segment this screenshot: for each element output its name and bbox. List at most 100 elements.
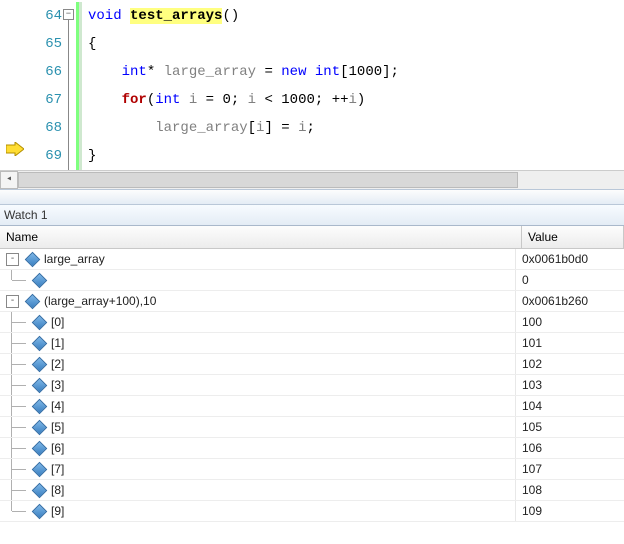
watch-row-name-cell[interactable]: [9] [0, 501, 516, 521]
code-token: * [147, 64, 164, 80]
watch-row[interactable]: 0 [0, 270, 624, 291]
execution-arrow-gutter [0, 2, 34, 170]
tree-indent [0, 480, 51, 500]
line-number-gutter: 64 65 66 67 68 69 [34, 2, 62, 170]
watch-expression-text[interactable]: [0] [51, 312, 64, 332]
watch-expression-text[interactable]: [4] [51, 396, 64, 416]
watch-row-name-cell[interactable]: [6] [0, 438, 516, 458]
watch-value-text[interactable]: 105 [516, 417, 624, 437]
tree-indent [0, 354, 51, 374]
code-token: large_array [155, 120, 247, 136]
watch-panel[interactable]: Name Value - large_array 0x0061b0d00 - (larg… [0, 226, 624, 544]
tree-indent [0, 417, 51, 437]
watch-row-name-cell[interactable]: [3] [0, 375, 516, 395]
watch-panel-title[interactable]: Watch 1 [0, 205, 624, 226]
watch-expression-text[interactable]: [3] [51, 375, 64, 395]
watch-value-text[interactable]: 0x0061b0d0 [516, 249, 624, 269]
watch-value-text[interactable]: 107 [516, 459, 624, 479]
code-line[interactable]: void test_arrays() [88, 2, 399, 30]
panel-separator[interactable] [0, 189, 624, 205]
variable-icon [32, 461, 48, 477]
watch-row[interactable]: [9] 109 [0, 501, 624, 522]
watch-expression-text[interactable]: [1] [51, 333, 64, 353]
watch-row[interactable]: [6] 106 [0, 438, 624, 459]
watch-row[interactable]: [7] 107 [0, 459, 624, 480]
variable-icon [32, 356, 48, 372]
line-number: 68 [34, 114, 62, 142]
code-line[interactable]: } [88, 142, 399, 170]
variable-icon [25, 293, 41, 309]
code-token: large_array [164, 64, 256, 80]
code-token [88, 64, 122, 80]
watch-header-name[interactable]: Name [0, 226, 522, 248]
watch-row-name-cell[interactable]: [5] [0, 417, 516, 437]
watch-expression-text[interactable]: [6] [51, 438, 64, 458]
watch-row-name-cell[interactable]: - (large_array+100),10 [0, 291, 516, 311]
scroll-left-button[interactable]: ◂ [0, 171, 18, 189]
tree-toggle-icon[interactable]: - [6, 295, 19, 308]
code-token: int [122, 64, 147, 80]
watch-row-name-cell[interactable]: - large_array [0, 249, 516, 269]
code-text-area[interactable]: void test_arrays() { int* large_array = n… [82, 2, 399, 170]
code-token: int [315, 64, 340, 80]
watch-value-text[interactable]: 102 [516, 354, 624, 374]
watch-value-text[interactable]: 101 [516, 333, 624, 353]
watch-expression-text[interactable]: (large_array+100),10 [44, 291, 156, 311]
code-token: int [155, 92, 189, 108]
tree-toggle-icon[interactable]: - [6, 253, 19, 266]
watch-expression-text[interactable]: [9] [51, 501, 64, 521]
code-token [88, 92, 122, 108]
watch-value-text[interactable]: 103 [516, 375, 624, 395]
watch-row-name-cell[interactable]: [4] [0, 396, 516, 416]
line-number: 66 [34, 58, 62, 86]
variable-icon [32, 314, 48, 330]
watch-expression-text[interactable]: [5] [51, 417, 64, 437]
code-token: for [122, 92, 147, 108]
watch-value-text[interactable]: 0 [516, 270, 624, 290]
fold-toggle-icon[interactable]: − [63, 9, 74, 20]
watch-row-name-cell[interactable]: [0] [0, 312, 516, 332]
watch-expression-text[interactable]: [7] [51, 459, 64, 479]
line-number: 65 [34, 30, 62, 58]
watch-row[interactable]: [0] 100 [0, 312, 624, 333]
watch-row-name-cell[interactable]: [8] [0, 480, 516, 500]
watch-value-text[interactable]: 100 [516, 312, 624, 332]
watch-value-text[interactable]: 104 [516, 396, 624, 416]
watch-value-text[interactable]: 0x0061b260 [516, 291, 624, 311]
watch-expression-text[interactable]: [8] [51, 480, 64, 500]
watch-row[interactable]: [2] 102 [0, 354, 624, 375]
code-line[interactable]: for(int i = 0; i < 1000; ++i) [88, 86, 399, 114]
watch-row[interactable]: - (large_array+100),10 0x0061b260 [0, 291, 624, 312]
tree-indent [0, 396, 51, 416]
watch-row[interactable]: [3] 103 [0, 375, 624, 396]
variable-icon [32, 503, 48, 519]
watch-row-name-cell[interactable] [0, 270, 516, 290]
code-line[interactable]: int* large_array = new int[1000]; [88, 58, 399, 86]
line-number: 64 [34, 2, 62, 30]
scrollbar-thumb[interactable] [18, 172, 518, 188]
code-line[interactable]: large_array[i] = i; [88, 114, 399, 142]
code-editor[interactable]: 64 65 66 67 68 69 − void test_arrays() { … [0, 0, 624, 170]
watch-row[interactable]: [1] 101 [0, 333, 624, 354]
code-line[interactable]: { [88, 30, 399, 58]
watch-row[interactable]: [8] 108 [0, 480, 624, 501]
code-token: { [88, 36, 96, 52]
watch-row-name-cell[interactable]: [7] [0, 459, 516, 479]
editor-horizontal-scrollbar[interactable]: ◂ [0, 170, 624, 189]
watch-value-text[interactable]: 106 [516, 438, 624, 458]
watch-expression-text[interactable]: large_array [44, 249, 105, 269]
watch-row-name-cell[interactable]: [2] [0, 354, 516, 374]
watch-value-text[interactable]: 108 [516, 480, 624, 500]
code-token: test_arrays [130, 8, 222, 24]
watch-value-text[interactable]: 109 [516, 501, 624, 521]
watch-row-name-cell[interactable]: [1] [0, 333, 516, 353]
watch-expression-text[interactable]: [2] [51, 354, 64, 374]
code-token: [ [248, 120, 256, 136]
code-token: i [349, 92, 357, 108]
current-line-arrow-icon [6, 142, 24, 156]
watch-header-value[interactable]: Value [522, 226, 624, 248]
watch-row[interactable]: - large_array 0x0061b0d0 [0, 249, 624, 270]
watch-row[interactable]: [5] 105 [0, 417, 624, 438]
tree-indent: - [0, 249, 44, 269]
watch-row[interactable]: [4] 104 [0, 396, 624, 417]
